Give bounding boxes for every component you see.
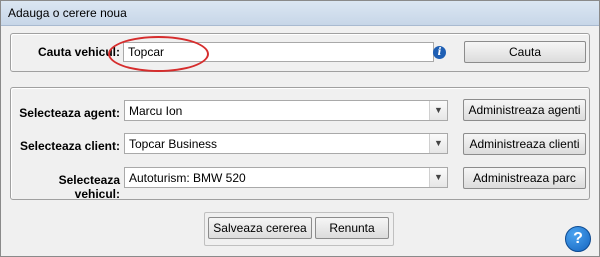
agent-select-value: Marcu Ion bbox=[129, 104, 183, 118]
vehicle-label: Selecteaza vehicul: bbox=[58, 173, 120, 201]
chevron-down-icon: ▼ bbox=[434, 138, 443, 148]
client-label: Selecteaza client: bbox=[19, 139, 120, 153]
client-dropdown-arrow[interactable]: ▼ bbox=[429, 134, 447, 153]
agent-select[interactable]: Marcu Ion ▼ bbox=[124, 100, 448, 121]
vehicle-select-value: Autoturism: BMW 520 bbox=[129, 171, 246, 185]
client-select-value: Topcar Business bbox=[129, 137, 218, 151]
manage-fleet-button[interactable]: Administreaza parc bbox=[463, 167, 586, 189]
cancel-button[interactable]: Renunta bbox=[315, 217, 389, 239]
agent-label: Selecteaza agent: bbox=[19, 106, 120, 120]
agent-dropdown-arrow[interactable]: ▼ bbox=[429, 101, 447, 120]
info-icon[interactable]: i bbox=[433, 46, 446, 59]
save-request-button[interactable]: Salveaza cererea bbox=[208, 217, 312, 239]
selection-group: Selecteaza agent: Marcu Ion ▼ Administre… bbox=[10, 87, 590, 201]
search-label: Cauta vehicul: bbox=[37, 45, 120, 59]
vehicle-select[interactable]: Autoturism: BMW 520 ▼ bbox=[124, 167, 448, 188]
window-title: Adauga o cerere noua bbox=[8, 6, 127, 20]
dialog-window: Adauga o cerere noua Cauta vehicul: Topc… bbox=[0, 0, 600, 257]
help-icon[interactable]: ? bbox=[565, 226, 591, 252]
chevron-down-icon: ▼ bbox=[434, 105, 443, 115]
client-select[interactable]: Topcar Business ▼ bbox=[124, 133, 448, 154]
manage-agents-button[interactable]: Administreaza agenti bbox=[463, 99, 586, 121]
title-bar: Adauga o cerere noua bbox=[1, 1, 599, 26]
search-button[interactable]: Cauta bbox=[464, 41, 586, 63]
vehicle-dropdown-arrow[interactable]: ▼ bbox=[429, 168, 447, 187]
manage-clients-button[interactable]: Administreaza clienti bbox=[463, 133, 586, 155]
search-highlight-ellipse bbox=[108, 36, 209, 72]
chevron-down-icon: ▼ bbox=[434, 172, 443, 182]
search-group: Cauta vehicul: Topcar i Cauta bbox=[10, 33, 590, 72]
